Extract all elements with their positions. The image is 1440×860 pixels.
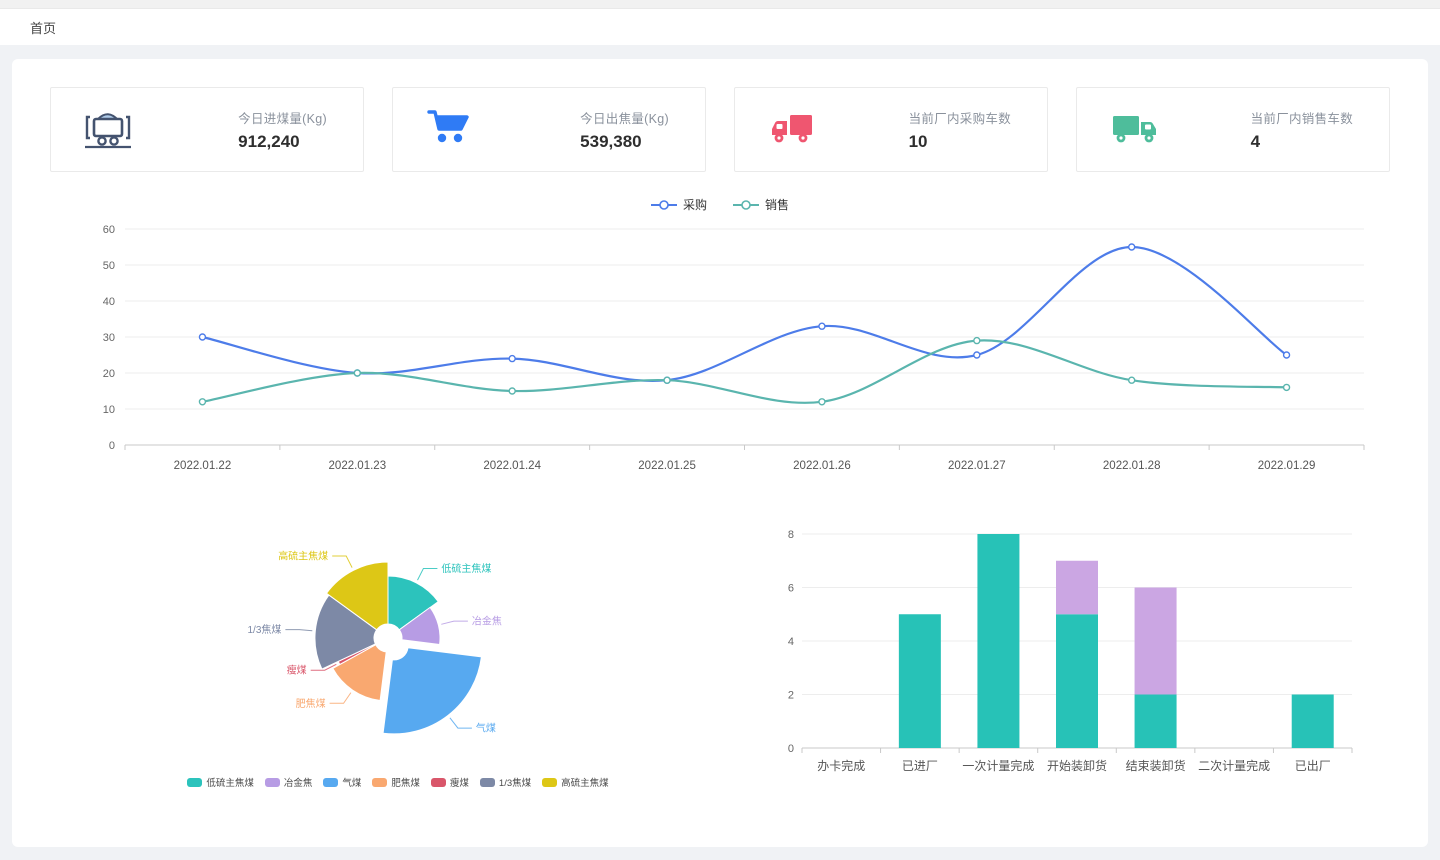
card-title: 今日进煤量(Kg): [238, 108, 327, 127]
card-value: 10: [909, 132, 1011, 152]
svg-text:结束装卸货: 结束装卸货: [1126, 758, 1186, 773]
card-value: 4: [1251, 132, 1353, 152]
bottom-charts-row: 低硫主焦煤冶金焦气煤肥焦煤瘦煤1/3焦煤高硫主焦煤 低硫主焦煤冶金焦气煤肥焦煤瘦…: [50, 520, 1390, 789]
top-divider: [0, 0, 1440, 9]
legend-label: 瘦煤: [450, 775, 469, 789]
line-legend-item-0[interactable]: 采购: [651, 196, 707, 213]
legend-label: 低硫主焦煤: [206, 775, 254, 789]
breadcrumb-bar: 首页: [0, 9, 1440, 45]
svg-text:办卡完成: 办卡完成: [817, 758, 865, 773]
legend-swatch-icon: [372, 778, 387, 787]
legend-label: 冶金焦: [284, 775, 313, 789]
stat-card-coal-in: 今日进煤量(Kg) 912,240: [50, 87, 364, 172]
legend-swatch-icon: [542, 778, 557, 787]
pie-legend-item-2[interactable]: 气煤: [323, 775, 361, 789]
svg-text:20: 20: [103, 368, 115, 380]
svg-text:2022.01.22: 2022.01.22: [174, 460, 232, 472]
svg-text:低硫主焦煤: 低硫主焦煤: [441, 562, 491, 575]
svg-text:2: 2: [788, 690, 794, 702]
vehicle-status-bar-chart[interactable]: 0 2 4 6 8 办卡完成 已进厂 一次计量完成开始装卸货 结束装卸货二次计量完成 已出厂: [764, 520, 1364, 782]
line-legend-item-1[interactable]: 销售: [733, 196, 789, 213]
truck-inbound-icon: [765, 106, 825, 154]
stat-card-coke-out: 今日出焦量(Kg) 539,380: [392, 87, 706, 172]
svg-text:0: 0: [788, 743, 794, 755]
card-title: 当前厂内采购车数: [909, 108, 1011, 127]
svg-text:瘦煤: 瘦煤: [287, 664, 307, 677]
svg-text:8: 8: [788, 529, 794, 541]
svg-text:30: 30: [103, 332, 115, 344]
svg-text:1/3焦煤: 1/3焦煤: [247, 623, 281, 636]
svg-text:2022.01.29: 2022.01.29: [1258, 460, 1316, 472]
legend-label: 肥焦煤: [391, 775, 420, 789]
svg-text:2022.01.24: 2022.01.24: [483, 460, 541, 472]
legend-marker-icon: [651, 200, 677, 210]
card-value: 539,380: [580, 132, 669, 152]
pie-legend-item-3[interactable]: 肥焦煤: [372, 775, 420, 789]
coal-type-pie-block: 低硫主焦煤冶金焦气煤肥焦煤瘦煤1/3焦煤高硫主焦煤 低硫主焦煤冶金焦气煤肥焦煤瘦…: [68, 520, 728, 789]
svg-text:已出厂: 已出厂: [1295, 759, 1331, 773]
svg-text:10: 10: [103, 404, 115, 416]
svg-text:高硫主焦煤: 高硫主焦煤: [278, 550, 328, 563]
svg-text:2022.01.27: 2022.01.27: [948, 460, 1006, 472]
legend-swatch-icon: [265, 778, 280, 787]
purchase-sales-line-chart[interactable]: 0 10 20 30 40 50 60 2022.01.22 2022.01.23 2022.01…: [50, 213, 1386, 481]
pie-legend-item-6[interactable]: 高硫主焦煤: [542, 775, 609, 789]
svg-text:冶金焦: 冶金焦: [472, 615, 502, 628]
dashboard-panel: 今日进煤量(Kg) 912,240 今日出焦量(Kg) 539,380: [12, 59, 1428, 847]
legend-swatch-icon: [431, 778, 446, 787]
svg-text:4: 4: [788, 636, 794, 648]
mine-cart-icon: [81, 106, 141, 154]
legend-marker-icon: [733, 200, 759, 210]
pie-legend-item-5[interactable]: 1/3焦煤: [480, 775, 531, 789]
coal-type-rose-chart[interactable]: 低硫主焦煤冶金焦气煤 肥焦煤 瘦煤 1/3焦煤 高硫主焦煤: [68, 520, 728, 768]
svg-text:40: 40: [103, 296, 115, 308]
stat-card-purchase-trucks: 当前厂内采购车数 10: [734, 87, 1048, 172]
line-chart-legend: 采购 销售: [50, 196, 1390, 213]
card-title: 当前厂内销售车数: [1251, 108, 1353, 127]
svg-text:已进厂: 已进厂: [902, 759, 938, 773]
pie-legend-item-1[interactable]: 冶金焦: [265, 775, 313, 789]
stat-card-sales-trucks: 当前厂内销售车数 4: [1076, 87, 1390, 172]
svg-text:2022.01.25: 2022.01.25: [638, 460, 696, 472]
pie-legend-item-0[interactable]: 低硫主焦煤: [187, 775, 254, 789]
legend-label: 高硫主焦煤: [561, 775, 609, 789]
svg-text:60: 60: [103, 224, 115, 236]
legend-label: 气煤: [342, 775, 361, 789]
purchase-sales-trend-section: 采购 销售 0 10 20 30 40 50 60 2022.01.22 2022.01.23 20…: [50, 196, 1390, 486]
legend-label: 1/3焦煤: [499, 775, 531, 789]
legend-label: 销售: [765, 196, 789, 213]
legend-swatch-icon: [187, 778, 202, 787]
svg-text:开始装卸货: 开始装卸货: [1047, 758, 1107, 773]
legend-swatch-icon: [480, 778, 495, 787]
card-value: 912,240: [238, 132, 327, 152]
breadcrumb[interactable]: 首页: [30, 18, 56, 37]
pie-chart-legend: 低硫主焦煤 冶金焦 气煤 肥焦煤 瘦煤 1/3焦煤 高硫主焦煤: [68, 775, 728, 789]
svg-text:肥焦煤: 肥焦煤: [296, 697, 326, 710]
stat-cards-row: 今日进煤量(Kg) 912,240 今日出焦量(Kg) 539,380: [50, 87, 1390, 172]
svg-text:二次计量完成: 二次计量完成: [1198, 758, 1270, 773]
card-title: 今日出焦量(Kg): [580, 108, 669, 127]
svg-text:一次计量完成: 一次计量完成: [962, 758, 1034, 773]
legend-label: 采购: [683, 196, 707, 213]
pie-legend-item-4[interactable]: 瘦煤: [431, 775, 469, 789]
svg-text:50: 50: [103, 260, 115, 272]
svg-text:0: 0: [109, 440, 115, 452]
legend-swatch-icon: [323, 778, 338, 787]
svg-text:2022.01.28: 2022.01.28: [1103, 460, 1161, 472]
shopping-cart-icon: [423, 106, 483, 154]
svg-text:6: 6: [788, 583, 794, 595]
svg-text:2022.01.23: 2022.01.23: [329, 460, 387, 472]
svg-text:气煤: 气煤: [476, 722, 496, 735]
truck-outbound-icon: [1107, 106, 1167, 154]
vehicle-status-bar-block: 0 2 4 6 8 办卡完成 已进厂 一次计量完成开始装卸货 结束装卸货二次计量完成 已出厂: [764, 520, 1364, 789]
svg-text:2022.01.26: 2022.01.26: [793, 460, 851, 472]
